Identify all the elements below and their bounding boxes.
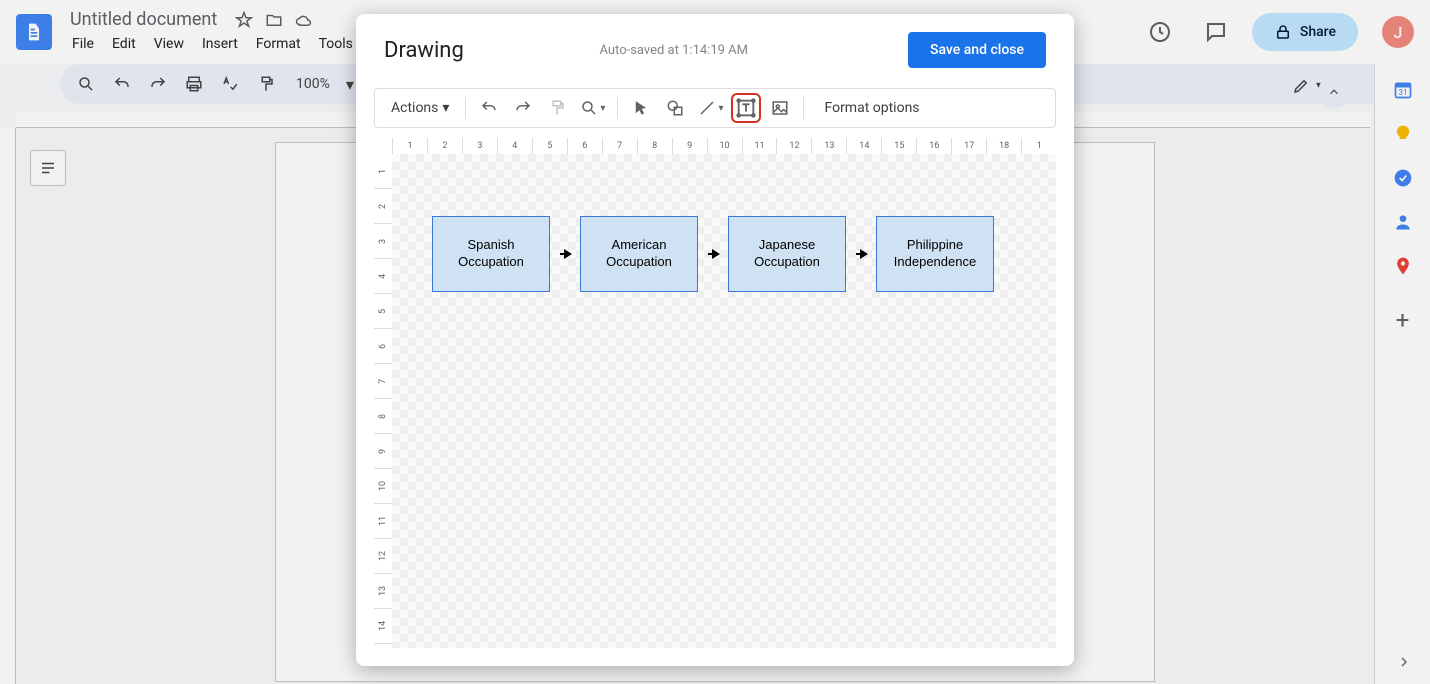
undo-icon[interactable]: [474, 93, 504, 123]
ruler-tick: 4: [497, 138, 532, 154]
canvas-ruler-horizontal: 1 2 3 4 5 6 7 8 9 10 11 12 13 14 15 16 1…: [392, 138, 1056, 154]
flowchart: Spanish Occupation American Occupation J…: [432, 216, 994, 292]
flow-box[interactable]: Japanese Occupation: [728, 216, 846, 292]
arrow-icon[interactable]: [708, 253, 718, 255]
ruler-tick: 1: [374, 154, 392, 189]
ruler-tick: 2: [427, 138, 462, 154]
shape-tool-icon[interactable]: [660, 93, 690, 123]
ruler-tick: 13: [811, 138, 846, 154]
drawing-canvas[interactable]: Spanish Occupation American Occupation J…: [392, 154, 1056, 648]
ruler-tick: 18: [986, 138, 1021, 154]
actions-menu[interactable]: Actions ▾: [383, 93, 457, 123]
ruler-tick: 5: [374, 294, 392, 329]
textbox-tool-icon[interactable]: [731, 93, 761, 123]
ruler-tick: 10: [374, 469, 392, 504]
ruler-tick: 14: [374, 609, 392, 644]
drawing-header: Drawing Auto-saved at 1:14:19 AM Save an…: [356, 14, 1074, 78]
separator: [617, 97, 618, 119]
ruler-tick: 8: [374, 399, 392, 434]
ruler-tick: 6: [567, 138, 602, 154]
line-tool-icon[interactable]: ▾: [694, 93, 727, 123]
ruler-tick: 1: [392, 138, 427, 154]
ruler-tick: 15: [881, 138, 916, 154]
redo-icon[interactable]: [508, 93, 538, 123]
actions-label: Actions: [391, 100, 438, 116]
autosave-status: Auto-saved at 1:14:19 AM: [600, 43, 749, 58]
ruler-tick: 13: [374, 574, 392, 609]
ruler-tick: 3: [374, 224, 392, 259]
ruler-tick: 12: [374, 539, 392, 574]
ruler-tick: 6: [374, 329, 392, 364]
ruler-tick: 9: [374, 434, 392, 469]
ruler-tick: 17: [951, 138, 986, 154]
ruler-tick: 16: [916, 138, 951, 154]
format-options-button[interactable]: Format options: [812, 100, 931, 116]
flow-box[interactable]: American Occupation: [580, 216, 698, 292]
ruler-tick: 11: [742, 138, 777, 154]
arrow-icon[interactable]: [856, 253, 866, 255]
ruler-tick: 11: [374, 504, 392, 539]
drawing-canvas-wrap: 1 2 3 4 5 6 7 8 9 10 11 12 13 14 15 16 1…: [374, 138, 1056, 648]
ruler-tick: 1: [1021, 138, 1056, 154]
drawing-dialog: Drawing Auto-saved at 1:14:19 AM Save an…: [356, 14, 1074, 666]
ruler-tick: 9: [672, 138, 707, 154]
modal-overlay: Drawing Auto-saved at 1:14:19 AM Save an…: [0, 0, 1430, 684]
ruler-tick: 2: [374, 189, 392, 224]
paint-format-icon[interactable]: [542, 93, 572, 123]
separator: [465, 97, 466, 119]
image-tool-icon[interactable]: [765, 93, 795, 123]
separator: [803, 97, 804, 119]
ruler-tick: 7: [374, 364, 392, 399]
ruler-tick: 12: [776, 138, 811, 154]
flow-box[interactable]: Philippine Independence: [876, 216, 994, 292]
select-tool-icon[interactable]: [626, 93, 656, 123]
ruler-tick: 5: [532, 138, 567, 154]
ruler-tick: 7: [602, 138, 637, 154]
canvas-ruler-vertical: 1 2 3 4 5 6 7 8 9 10 11 12 13 14: [374, 154, 392, 648]
zoom-button[interactable]: ▾: [576, 93, 609, 123]
drawing-toolbar: Actions ▾ ▾ ▾ Format options: [374, 88, 1056, 128]
ruler-tick: 8: [637, 138, 672, 154]
flow-box[interactable]: Spanish Occupation: [432, 216, 550, 292]
save-and-close-button[interactable]: Save and close: [908, 32, 1046, 68]
arrow-icon[interactable]: [560, 253, 570, 255]
ruler-tick: 14: [846, 138, 881, 154]
ruler-tick: 4: [374, 259, 392, 294]
ruler-tick: 3: [462, 138, 497, 154]
ruler-tick: 10: [707, 138, 742, 154]
drawing-title: Drawing: [384, 38, 464, 63]
chevron-down-icon: ▾: [442, 100, 449, 116]
